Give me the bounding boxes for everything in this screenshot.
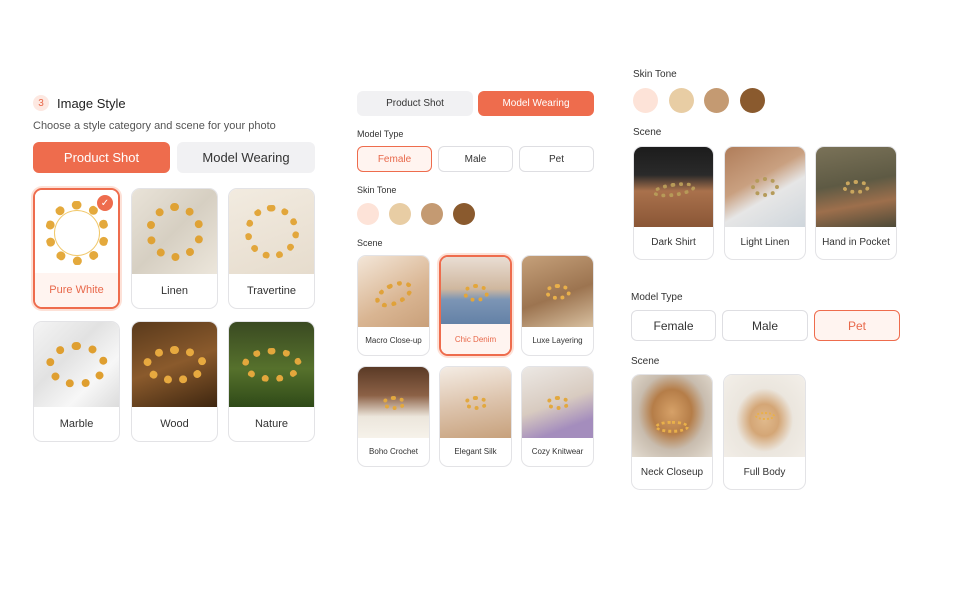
check-icon: ✓ xyxy=(97,195,113,211)
hand-in-pocket-thumbnail xyxy=(816,147,896,227)
scene-label: Scene xyxy=(357,238,383,248)
travertine-thumbnail xyxy=(229,189,314,274)
style-card-wood[interactable]: Wood xyxy=(131,321,218,442)
scene-card-macro-close-up[interactable]: Macro Close-up xyxy=(357,255,430,356)
wood-thumbnail xyxy=(132,322,217,407)
scene-card-elegant-silk[interactable]: Elegant Silk xyxy=(439,366,512,467)
style-card-marble[interactable]: Marble xyxy=(33,321,120,442)
card-label: Boho Crochet xyxy=(369,446,418,456)
skin-tone-swatch-3[interactable] xyxy=(704,88,729,113)
card-label: Dark Shirt xyxy=(651,236,696,248)
skin-tone-swatch-1[interactable] xyxy=(357,203,379,225)
scene-card-boho-crochet[interactable]: Boho Crochet xyxy=(357,366,430,467)
scene-card-dark-shirt[interactable]: Dark Shirt xyxy=(633,146,714,260)
scene-card-luxe-layering[interactable]: Luxe Layering xyxy=(521,255,594,356)
model-type-pet[interactable]: Pet xyxy=(814,310,900,341)
card-label: Chic Denim xyxy=(441,324,510,354)
style-card-pure-white[interactable]: ✓ Pure White xyxy=(33,188,120,309)
linen-thumbnail xyxy=(132,189,217,274)
style-card-travertine[interactable]: Travertine xyxy=(228,188,315,309)
model-type-label: Model Type xyxy=(631,292,683,303)
model-type-male[interactable]: Male xyxy=(722,310,808,341)
card-label: Hand in Pocket xyxy=(822,236,890,248)
luxe-layering-thumbnail xyxy=(522,256,593,327)
step-number-badge: 3 xyxy=(33,95,49,111)
tab-model-wearing[interactable]: Model Wearing xyxy=(478,91,594,116)
macro-close-up-thumbnail xyxy=(358,256,429,327)
section-subtitle: Choose a style category and scene for yo… xyxy=(33,120,276,132)
model-type-label: Model Type xyxy=(357,129,404,139)
card-label: Cozy Knitwear xyxy=(531,446,584,456)
skin-tone-swatch-4[interactable] xyxy=(453,203,475,225)
chic-denim-thumbnail xyxy=(441,257,510,328)
skin-tone-label: Skin Tone xyxy=(633,69,677,80)
neck-closeup-thumbnail xyxy=(632,375,712,457)
tab-product-shot[interactable]: Product Shot xyxy=(357,91,473,116)
marble-thumbnail xyxy=(34,322,119,407)
scene-card-full-body[interactable]: Full Body xyxy=(723,374,806,490)
card-label: Full Body xyxy=(743,466,786,478)
card-label: Elegant Silk xyxy=(454,446,497,456)
style-card-linen[interactable]: Linen xyxy=(131,188,218,309)
scene-card-cozy-knitwear[interactable]: Cozy Knitwear xyxy=(521,366,594,467)
model-type-male[interactable]: Male xyxy=(438,146,513,172)
tab-model-wearing[interactable]: Model Wearing xyxy=(177,142,315,173)
full-body-thumbnail xyxy=(724,375,805,457)
skin-tone-swatch-1[interactable] xyxy=(633,88,658,113)
card-label: Luxe Layering xyxy=(532,335,583,345)
skin-tone-swatch-2[interactable] xyxy=(669,88,694,113)
card-label: Wood xyxy=(160,418,189,430)
scene-label: Scene xyxy=(631,356,660,367)
scene-card-hand-in-pocket[interactable]: Hand in Pocket xyxy=(815,146,897,260)
tab-product-shot[interactable]: Product Shot xyxy=(33,142,170,173)
elegant-silk-thumbnail xyxy=(440,367,511,438)
scene-label: Scene xyxy=(633,127,662,138)
model-type-female[interactable]: Female xyxy=(357,146,432,172)
dark-shirt-thumbnail xyxy=(634,147,713,227)
cozy-knitwear-thumbnail xyxy=(522,367,593,438)
card-label: Linen xyxy=(161,285,188,297)
card-label: Light Linen xyxy=(740,236,790,248)
model-type-pet[interactable]: Pet xyxy=(519,146,594,172)
light-linen-thumbnail xyxy=(725,147,805,227)
scene-card-neck-closeup[interactable]: Neck Closeup xyxy=(631,374,713,490)
scene-card-light-linen[interactable]: Light Linen xyxy=(724,146,806,260)
skin-tone-swatch-2[interactable] xyxy=(389,203,411,225)
card-label: Neck Closeup xyxy=(640,466,704,478)
skin-tone-swatch-3[interactable] xyxy=(421,203,443,225)
nature-thumbnail xyxy=(229,322,314,407)
skin-tone-swatch-4[interactable] xyxy=(740,88,765,113)
card-label: Macro Close-up xyxy=(365,335,422,345)
card-label: Marble xyxy=(59,418,94,430)
boho-crochet-thumbnail xyxy=(358,367,429,438)
scene-card-chic-denim[interactable]: Chic Denim xyxy=(439,255,512,356)
card-label: Pure White xyxy=(35,273,118,307)
card-label: Nature xyxy=(254,418,289,430)
section-title: Image Style xyxy=(57,96,126,111)
skin-tone-label: Skin Tone xyxy=(357,185,397,195)
model-type-female[interactable]: Female xyxy=(631,310,716,341)
card-label: Travertine xyxy=(246,285,297,297)
style-card-nature[interactable]: Nature xyxy=(228,321,315,442)
